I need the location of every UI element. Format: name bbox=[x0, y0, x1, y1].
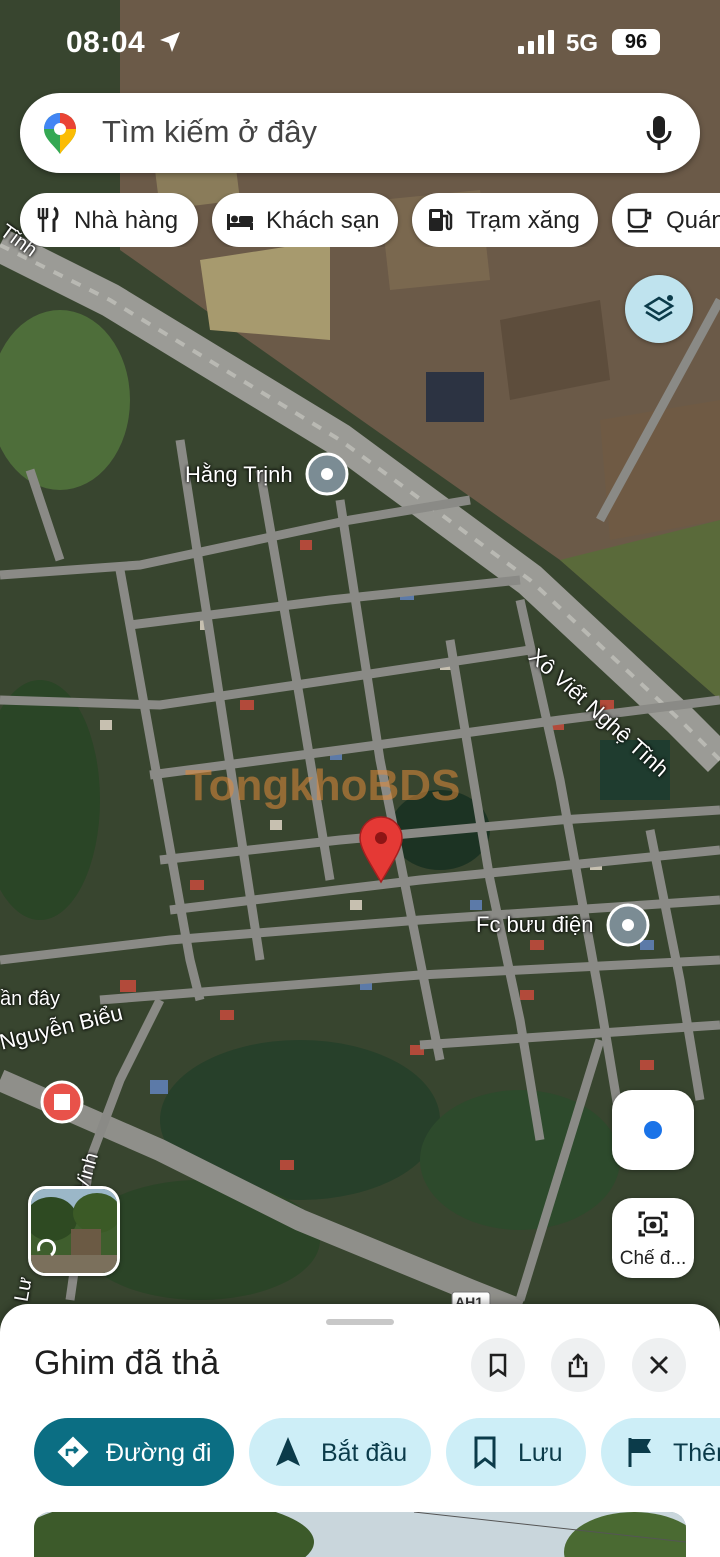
place-photo-image bbox=[34, 1512, 686, 1557]
my-location-icon bbox=[644, 1121, 662, 1139]
pharmacy-marker-icon bbox=[40, 1080, 84, 1124]
status-time: 08:04 bbox=[66, 26, 146, 59]
start-button[interactable]: Bắt đầu bbox=[249, 1418, 431, 1486]
street-view-image bbox=[31, 1189, 117, 1273]
close-button[interactable] bbox=[632, 1338, 686, 1392]
save-button[interactable]: Lưu bbox=[446, 1418, 586, 1486]
navigation-arrow-icon bbox=[276, 1437, 300, 1466]
chip-gas-station[interactable]: Trạm xăng bbox=[412, 193, 598, 247]
watermark-text: TongkhoBDS bbox=[185, 761, 460, 810]
bottom-sheet[interactable]: Ghim đã thả Đường đi Bắt đầu Lưu Thê bbox=[0, 1304, 720, 1557]
road-label: ần đây bbox=[0, 988, 61, 1010]
network-type: 5G bbox=[566, 30, 599, 57]
more-label: Thêm bbox=[673, 1439, 720, 1467]
cafe-icon bbox=[627, 208, 652, 233]
my-location-button[interactable] bbox=[612, 1090, 694, 1170]
camera-lens-icon bbox=[638, 1211, 668, 1237]
save-bookmark-button[interactable] bbox=[471, 1338, 525, 1392]
more-button[interactable]: Thêm bbox=[601, 1418, 720, 1486]
search-input[interactable]: Tìm kiếm ở đây bbox=[102, 114, 317, 150]
lens-mode-label: Chế đ... bbox=[619, 1248, 687, 1269]
signal-bars-icon bbox=[518, 30, 554, 54]
directions-button[interactable]: Đường đi bbox=[34, 1418, 234, 1486]
road-label: Lư bbox=[10, 1275, 37, 1304]
search-bar[interactable]: Tìm kiếm ở đây bbox=[20, 93, 700, 173]
chip-hotel[interactable]: Khách sạn bbox=[212, 193, 398, 247]
sheet-title: Ghim đã thả bbox=[34, 1344, 220, 1382]
save-label: Lưu bbox=[518, 1439, 563, 1467]
microphone-icon[interactable] bbox=[644, 113, 674, 153]
chip-cafe[interactable]: Quán bbox=[612, 193, 720, 247]
chip-label: Nhà hàng bbox=[74, 207, 179, 234]
close-icon bbox=[650, 1356, 668, 1374]
directions-label: Đường đi bbox=[106, 1439, 212, 1467]
place-marker-icon bbox=[305, 452, 349, 496]
gas-station-icon bbox=[429, 209, 453, 231]
place-label[interactable]: Hằng Trịnh bbox=[185, 462, 293, 488]
chip-label: Trạm xăng bbox=[466, 207, 580, 234]
place-photo[interactable] bbox=[34, 1512, 686, 1557]
layers-icon bbox=[643, 295, 675, 322]
lens-mode-button[interactable]: Chế đ... bbox=[612, 1198, 694, 1278]
chip-label: Khách sạn bbox=[266, 207, 380, 234]
hotel-icon bbox=[227, 214, 253, 230]
share-button[interactable] bbox=[551, 1338, 605, 1392]
place-label[interactable]: Fc bưu điện bbox=[476, 912, 593, 938]
flag-icon bbox=[628, 1438, 651, 1467]
restaurant-icon bbox=[37, 206, 59, 232]
drag-handle[interactable] bbox=[326, 1319, 394, 1325]
start-label: Bắt đầu bbox=[321, 1439, 408, 1467]
place-marker-icon bbox=[606, 903, 650, 947]
bookmark-icon bbox=[489, 1353, 507, 1378]
maps-logo-icon bbox=[44, 113, 76, 154]
battery-indicator: 96 bbox=[612, 29, 660, 55]
chip-restaurant[interactable]: Nhà hàng bbox=[20, 193, 198, 247]
share-icon bbox=[568, 1353, 588, 1378]
location-arrow-icon bbox=[160, 32, 180, 52]
directions-icon bbox=[57, 1436, 89, 1468]
layers-button[interactable] bbox=[625, 275, 693, 343]
chip-label: Quán bbox=[666, 207, 720, 234]
street-view-thumbnail[interactable] bbox=[28, 1186, 120, 1276]
category-chips: Nhà hàng Khách sạn Trạm xăng Quán bbox=[0, 193, 720, 247]
status-bar: 08:04 5G 96 bbox=[0, 0, 720, 86]
bookmark-icon bbox=[474, 1436, 496, 1469]
